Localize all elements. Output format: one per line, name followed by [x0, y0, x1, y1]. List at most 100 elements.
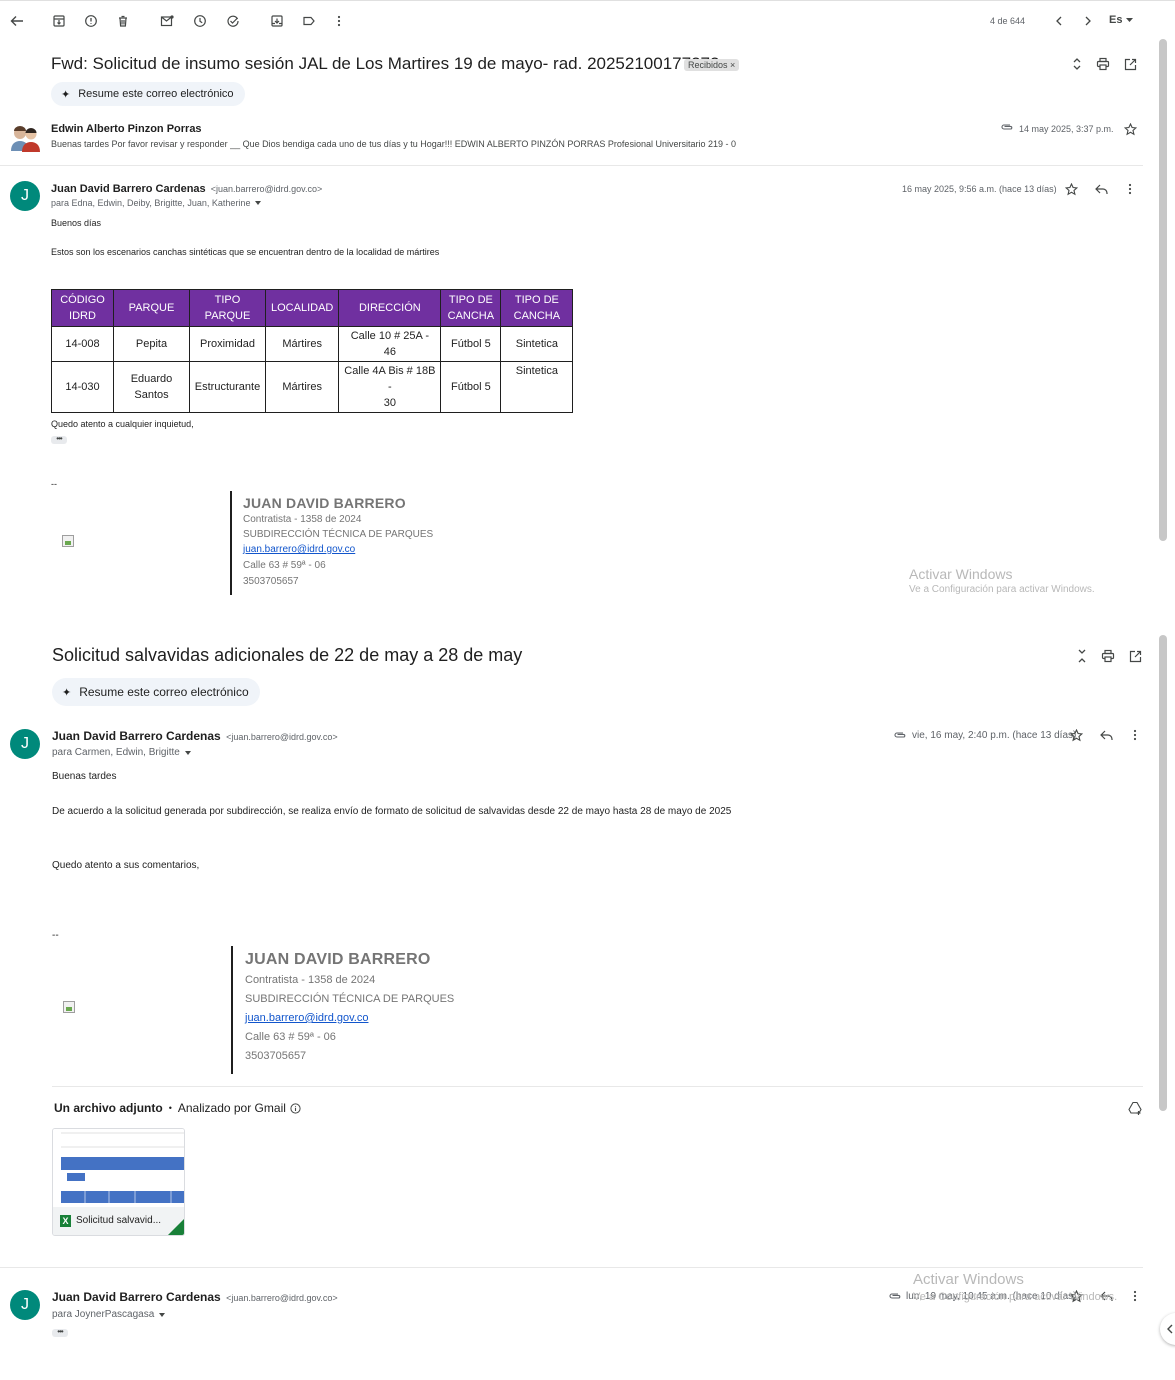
input-tools-button[interactable]: Es — [1109, 14, 1134, 26]
email-intro: Estos son los escenarios canchas sintéti… — [51, 247, 440, 257]
star-icon[interactable] — [1063, 181, 1079, 197]
signature-department: SUBDIRECCIÓN TÉCNICA DE PARQUES — [243, 529, 434, 540]
sender-email: <juan.barrero@idrd.gov.co> — [226, 732, 338, 742]
reply-icon[interactable] — [1093, 181, 1109, 197]
sender-name: Juan David Barrero Cardenas — [52, 729, 221, 743]
summarize-email-label: Resume este correo electrónico — [79, 685, 249, 699]
snooze-clock-icon[interactable] — [191, 12, 209, 30]
star-icon[interactable] — [1068, 727, 1084, 743]
report-spam-icon[interactable] — [82, 12, 100, 30]
signature-bar — [231, 946, 233, 1074]
sender-header[interactable]: Juan David Barrero Cardenas <juan.barrer… — [51, 183, 322, 195]
caret-down-icon — [255, 201, 262, 205]
cell-locality: Mártires — [264, 326, 340, 362]
summarize-email-button[interactable]: ✦ Resume este correo electrónico — [52, 678, 260, 706]
recipients-toggle[interactable]: para Carmen, Edwin, Brigitte — [52, 747, 191, 758]
sparkle-icon: ✦ — [62, 686, 72, 699]
signature-name: JUAN DAVID BARRERO — [243, 495, 406, 511]
recipients-text: para Carmen, Edwin, Brigitte — [52, 747, 180, 758]
reply-icon[interactable] — [1098, 727, 1114, 743]
older-chevron-right-icon[interactable] — [1080, 12, 1096, 30]
cell-field-type: Fútbol 5 — [440, 361, 502, 413]
signature-phone: 3503705657 — [245, 1050, 307, 1062]
recipients-text: para JoynerPascagasa — [52, 1309, 155, 1320]
collapse-all-icon[interactable] — [1074, 647, 1090, 665]
signature-department: SUBDIRECCIÓN TÉCNICA DE PARQUES — [245, 993, 455, 1005]
label-remove-icon[interactable]: × — [730, 60, 735, 70]
activation-watermark-subtitle: Ve a Configuración para activar Windows. — [913, 1291, 1118, 1303]
print-icon[interactable] — [1100, 648, 1116, 664]
newer-chevron-left-icon[interactable] — [1051, 12, 1067, 30]
info-icon[interactable] — [290, 1102, 301, 1114]
expand-all-icon[interactable] — [1069, 56, 1085, 72]
signature-logo-image — [62, 535, 74, 547]
message-counter: 4 de 644 — [990, 16, 1026, 26]
scrollbar-thumb[interactable] — [1159, 635, 1167, 1111]
activation-watermark-title: Activar Windows — [909, 566, 1013, 582]
email-greeting: Buenas tardes — [52, 771, 117, 782]
sender-header[interactable]: Juan David Barrero Cardenas <juan.barrer… — [52, 729, 338, 743]
email-thread-1: 4 de 644 Es Fwd: Solicitud de insumo ses… — [0, 0, 1175, 600]
cell-field-type: Fútbol 5 — [440, 326, 502, 362]
recipients-toggle[interactable]: para Edna, Edwin, Deiby, Brigitte, Juan,… — [51, 198, 262, 208]
label-icon[interactable] — [300, 12, 318, 30]
move-to-icon[interactable] — [268, 12, 286, 30]
signature-email-link[interactable]: juan.barrero@idrd.gov.co — [243, 544, 355, 555]
avatar[interactable]: J — [10, 729, 40, 759]
show-trimmed-content-button[interactable]: ••• — [51, 435, 67, 444]
side-panel-toggle-button[interactable] — [1160, 1313, 1175, 1345]
attachments-divider — [52, 1086, 1143, 1087]
scrollbar-thumb[interactable] — [1159, 39, 1167, 541]
message-date: 14 may 2025, 3:37 p.m. — [1019, 124, 1114, 134]
attachments-count: Un archivo adjunto — [54, 1101, 163, 1115]
mark-unread-icon[interactable] — [158, 12, 176, 30]
attachment-icon — [999, 120, 1015, 134]
recipients-text: para Edna, Edwin, Deiby, Brigitte, Juan,… — [51, 198, 251, 208]
more-vert-icon[interactable] — [1122, 181, 1138, 197]
avatar[interactable]: J — [10, 181, 40, 211]
archive-icon[interactable] — [50, 12, 68, 30]
avatar[interactable] — [9, 121, 41, 153]
attachment-filename: Solicitud salvavid... — [76, 1215, 162, 1226]
table-header-row: CÓDIGO IDRD PARQUE TIPO PARQUE LOCALIDAD D… — [51, 289, 574, 327]
sender-name: Juan David Barrero Cardenas — [51, 183, 206, 195]
message-date: 16 may 2025, 9:56 a.m. (hace 13 días) — [902, 184, 1057, 194]
signature-separator: -- — [52, 930, 59, 941]
signature-separator: -- — [51, 479, 57, 489]
summarize-email-button[interactable]: ✦ Resume este correo electrónico — [51, 82, 245, 106]
open-new-window-icon[interactable] — [1122, 56, 1138, 72]
file-corner-fold-icon — [168, 1219, 184, 1235]
message-snippet[interactable]: Buenas tardes Por favor revisar y respon… — [51, 139, 736, 149]
more-vert-icon[interactable] — [1127, 727, 1143, 743]
attachment-card[interactable]: X Solicitud salvavid... — [52, 1128, 185, 1236]
recipients-toggle[interactable]: para JoynerPascagasa — [52, 1309, 166, 1320]
email-thread-2: Solicitud salvavidas adicionales de 22 d… — [0, 635, 1175, 1380]
more-vert-icon[interactable] — [330, 12, 348, 30]
print-icon[interactable] — [1095, 56, 1111, 72]
sender-header[interactable]: Juan David Barrero Cardenas <juan.barrer… — [52, 1290, 338, 1304]
show-trimmed-content-button[interactable]: ••• — [52, 1328, 68, 1337]
open-new-window-icon[interactable] — [1127, 648, 1143, 664]
signature-contract: Contratista - 1358 de 2024 — [243, 514, 362, 525]
more-vert-icon[interactable] — [1127, 1288, 1143, 1304]
sender-name[interactable]: Edwin Alberto Pinzon Porras — [51, 123, 202, 135]
message-divider — [0, 165, 1143, 166]
sender-email: <juan.barrero@idrd.gov.co> — [226, 1293, 338, 1303]
header-park: PARQUE — [113, 289, 190, 327]
delete-icon[interactable] — [114, 12, 132, 30]
email-greeting: Buenos días — [51, 218, 102, 228]
thread-subject: Solicitud salvavidas adicionales de 22 d… — [52, 645, 523, 665]
save-to-drive-icon[interactable] — [1126, 1099, 1144, 1117]
caret-down-icon — [184, 750, 191, 755]
label-chip-inbox[interactable]: Recibidos × — [684, 59, 740, 71]
sender-email: <juan.barrero@idrd.gov.co> — [210, 184, 323, 194]
add-task-icon[interactable] — [224, 12, 242, 30]
signature-address: Calle 63 # 59ª - 06 — [243, 560, 326, 571]
activation-watermark-title: Activar Windows — [913, 1271, 1024, 1288]
star-icon[interactable] — [1122, 121, 1138, 137]
back-arrow-icon[interactable] — [8, 12, 26, 30]
signature-email-link[interactable]: juan.barrero@idrd.gov.co — [245, 1012, 368, 1024]
email-body: De acuerdo a la solicitud generada por s… — [52, 806, 732, 817]
avatar[interactable]: J — [10, 1290, 40, 1320]
cell-field-kind: Sintetica — [500, 326, 574, 362]
